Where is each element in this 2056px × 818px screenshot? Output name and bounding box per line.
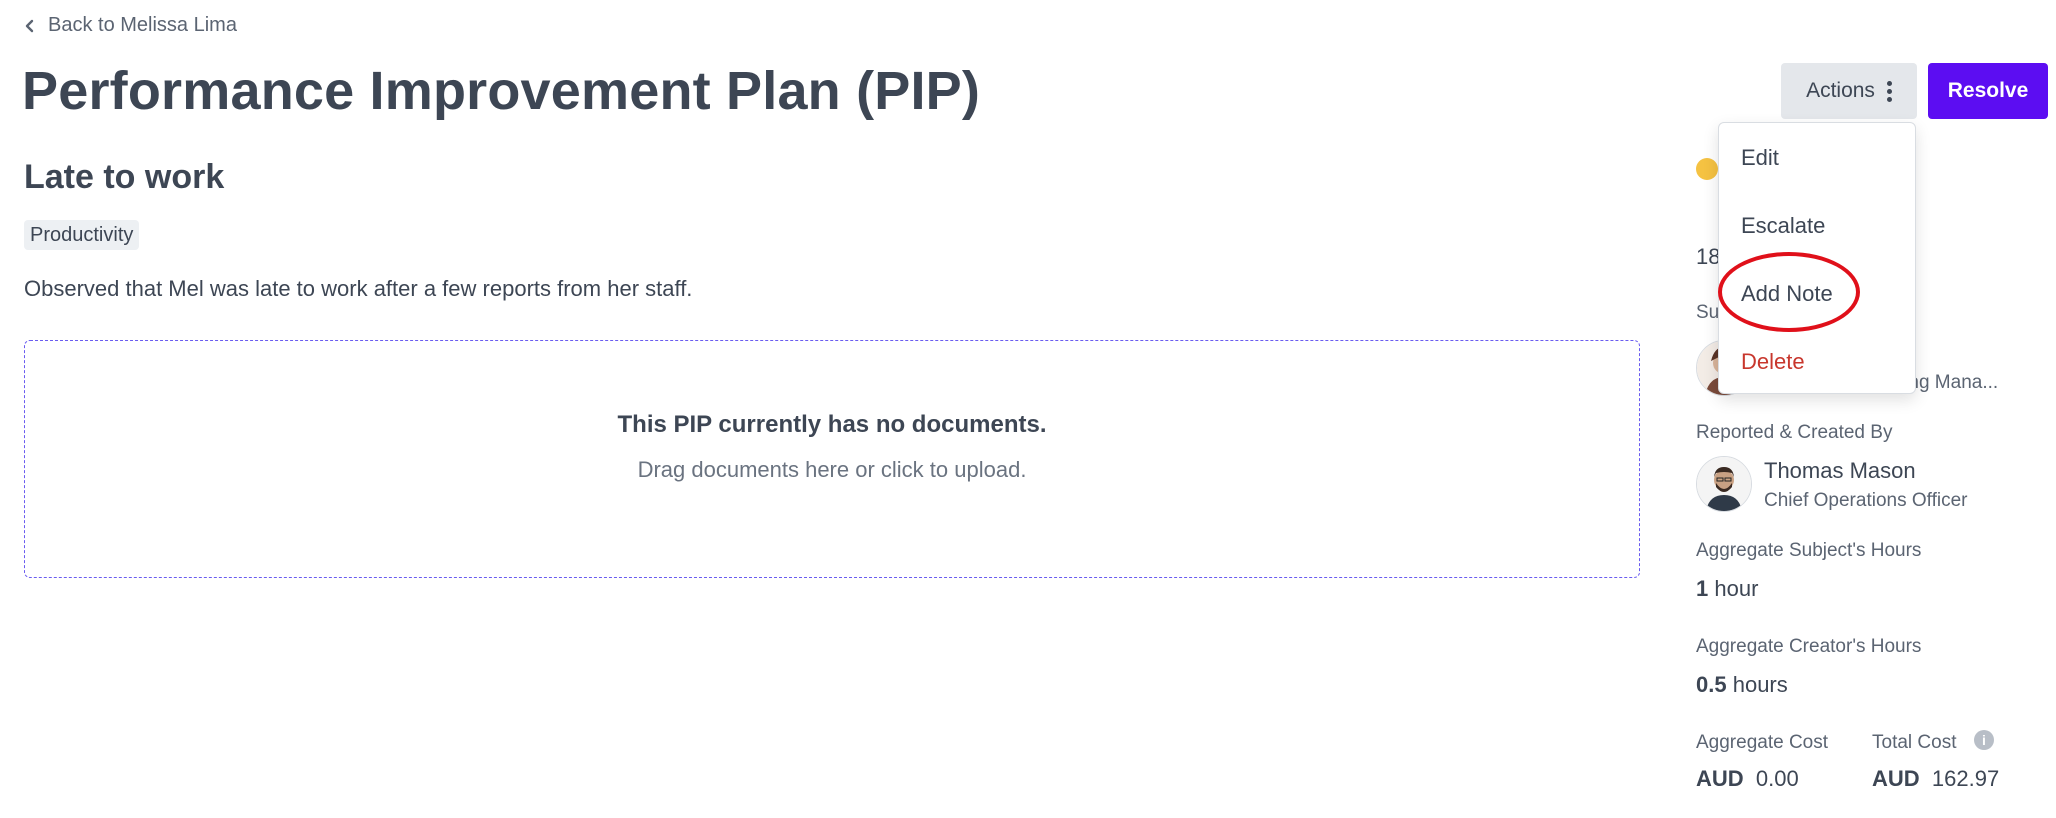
page-title: Performance Improvement Plan (PIP) — [22, 61, 981, 121]
creator-hours-label: Aggregate Creator's Hours — [1696, 636, 1922, 657]
menu-item-add-note[interactable]: Add Note — [1741, 281, 1833, 307]
subject-hours-label: Aggregate Subject's Hours — [1696, 540, 1922, 561]
dropzone-title: This PIP currently has no documents. — [617, 411, 1047, 438]
actions-button-label: Actions — [1806, 79, 1875, 102]
menu-item-edit[interactable]: Edit — [1741, 145, 1779, 171]
menu-item-escalate[interactable]: Escalate — [1741, 213, 1825, 239]
actions-button[interactable]: Actions — [1781, 63, 1917, 119]
menu-item-delete[interactable]: Delete — [1741, 349, 1805, 375]
chevron-left-icon — [22, 18, 38, 34]
category-tag: Productivity — [24, 220, 140, 250]
reporter-role: Chief Operations Officer — [1764, 490, 1968, 511]
kebab-icon — [1886, 80, 1892, 102]
total-cost-value: AUD 162.97 — [1872, 766, 2000, 791]
aggregate-cost-label: Aggregate Cost — [1696, 732, 1829, 753]
subject-hours-value: 1 hour — [1696, 576, 1759, 601]
reporter-avatar — [1696, 456, 1752, 512]
resolve-button[interactable]: Resolve — [1928, 63, 2048, 119]
date-value: 18 — [1696, 244, 1721, 269]
aggregate-cost-value: AUD 0.00 — [1696, 766, 1799, 791]
dropzone-hint: Drag documents here or click to upload. — [637, 457, 1027, 482]
back-link[interactable]: Back to Melissa Lima — [22, 14, 237, 37]
total-cost-label: Total Cost — [1872, 732, 1957, 753]
issue-description: Observed that Mel was late to work after… — [24, 276, 693, 301]
creator-hours-value: 0.5 hours — [1696, 672, 1788, 697]
reported-by-label: Reported & Created By — [1696, 422, 1893, 443]
back-link-label: Back to Melissa Lima — [48, 14, 237, 36]
subject-label: Su — [1696, 302, 1720, 323]
reporter-name: Thomas Mason — [1764, 458, 1916, 483]
info-icon[interactable]: i — [1974, 730, 1994, 750]
issue-title: Late to work — [24, 158, 225, 196]
status-indicator — [1696, 158, 1718, 180]
actions-menu: Edit Escalate Add Note Delete — [1718, 122, 1916, 394]
document-dropzone[interactable]: This PIP currently has no documents. Dra… — [24, 340, 1640, 578]
